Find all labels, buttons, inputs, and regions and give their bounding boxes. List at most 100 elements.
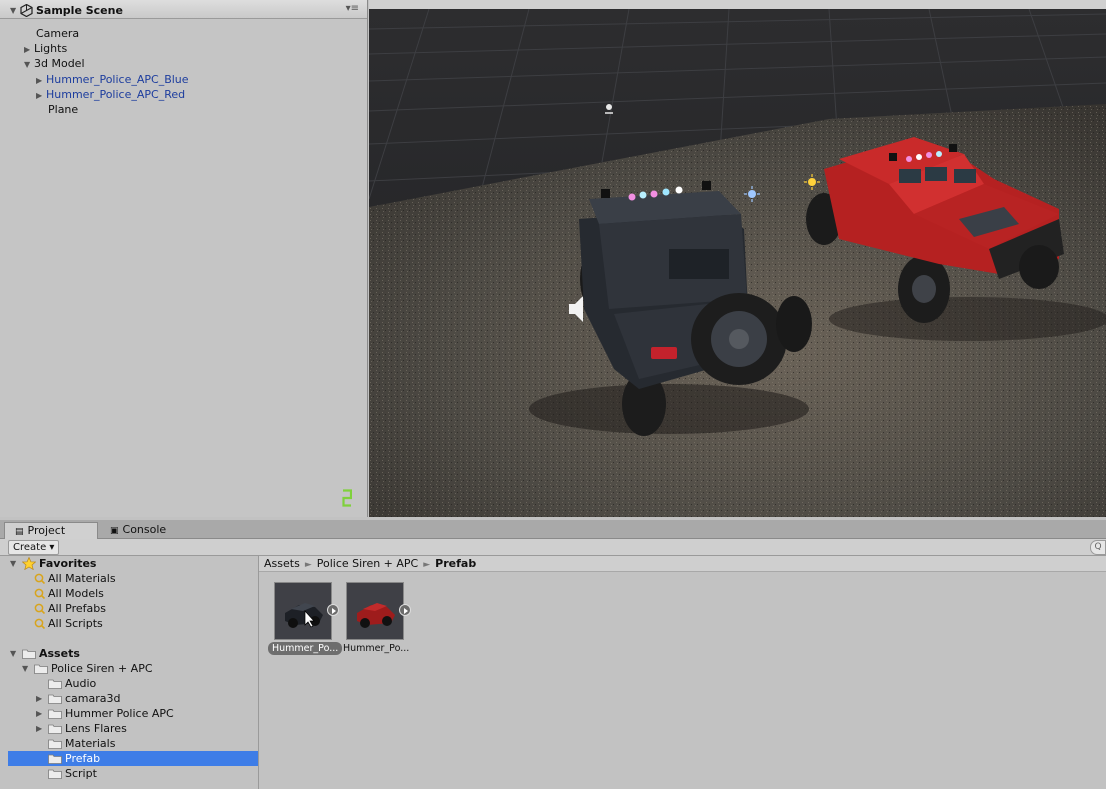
- hierarchy-item-lights[interactable]: ▶ Lights: [24, 41, 67, 56]
- prefab-label[interactable]: Hummer_Po...: [268, 642, 343, 655]
- hierarchy-panel: ▼ Sample Scene ▾≡ Camera ▶ Lights ▼ 3d Mod…: [0, 0, 368, 517]
- star-icon: [22, 557, 36, 570]
- folder-icon: [34, 664, 48, 674]
- folder-icon: [48, 724, 62, 734]
- favorites-title: Favorites: [39, 557, 97, 570]
- favorite-all-prefabs[interactable]: All Prefabs: [34, 601, 106, 616]
- hierarchy-item-camera[interactable]: Camera: [36, 26, 79, 41]
- favorite-all-materials[interactable]: All Materials: [34, 571, 116, 586]
- folder-camara3d[interactable]: ▶ camara3d: [36, 691, 121, 706]
- foldout-arrow-icon[interactable]: ▼: [24, 57, 34, 72]
- favorite-all-models[interactable]: All Models: [34, 586, 104, 601]
- foldout-arrow-icon[interactable]: ▶: [36, 73, 46, 88]
- folder-icon: [48, 739, 62, 749]
- folder-police-siren-apc[interactable]: ▼ Police Siren + APC: [22, 661, 153, 676]
- folder-label: Lens Flares: [65, 722, 127, 735]
- foldout-arrow-icon[interactable]: ▼: [10, 646, 20, 661]
- folder-audio[interactable]: Audio: [48, 676, 96, 691]
- foldout-arrow-icon[interactable]: ▶: [36, 706, 46, 721]
- foldout-arrow-icon[interactable]: ▶: [36, 88, 46, 103]
- prefab-expand-icon[interactable]: [399, 604, 411, 616]
- folder-icon: [48, 769, 62, 779]
- tab-project[interactable]: ▤ Project: [4, 522, 98, 539]
- foldout-arrow-icon[interactable]: ▼: [10, 6, 20, 15]
- folder-label: Audio: [65, 677, 97, 690]
- folder-icon: [48, 679, 62, 689]
- prefab-label[interactable]: Hummer_Po...: [343, 642, 409, 655]
- scene-view[interactable]: [369, 9, 1106, 517]
- scene-title: Sample Scene: [36, 3, 123, 17]
- foldout-arrow-icon[interactable]: ▶: [36, 691, 46, 706]
- foldout-arrow-icon[interactable]: ▶: [24, 42, 34, 57]
- favorite-all-scripts[interactable]: All Scripts: [34, 616, 103, 631]
- hierarchy-item-hummer-blue[interactable]: ▶ Hummer_Police_APC_Blue: [36, 72, 189, 87]
- dropdown-arrow-icon: ▾: [49, 542, 55, 553]
- hierarchy-item-hummer-red[interactable]: ▶ Hummer_Police_APC_Red: [36, 87, 185, 102]
- breadcrumb-separator-icon: ►: [304, 560, 312, 570]
- folder-materials[interactable]: Materials: [48, 736, 115, 751]
- prefab-expand-icon[interactable]: [327, 604, 339, 616]
- project-icon: ▤: [15, 527, 24, 537]
- folder-hummer-police-apc[interactable]: ▶ Hummer Police APC: [36, 706, 174, 721]
- breadcrumb-separator-icon: ►: [423, 560, 431, 570]
- scene-canvas[interactable]: [369, 9, 1106, 517]
- search-icon: [34, 573, 45, 584]
- scene-row[interactable]: ▼ Sample Scene: [10, 3, 123, 17]
- prefab-thumbnail[interactable]: [346, 582, 404, 640]
- folder-icon: [48, 709, 62, 719]
- hierarchy-item-label: 3d Model: [34, 57, 85, 70]
- project-tree: ▼ Favorites All Materials All Models All…: [0, 556, 259, 789]
- hierarchy-item-label: Plane: [48, 103, 79, 116]
- hierarchy-item-3d-model[interactable]: ▼ 3d Model: [24, 56, 85, 71]
- prefab-thumbnail[interactable]: [274, 582, 332, 640]
- project-panel: ▤ Project ▣ Console Create ▾ Q ▼ Favorites…: [0, 520, 1106, 789]
- console-icon: ▣: [110, 526, 119, 536]
- breadcrumb: Assets ► Police Siren + APC ► Prefab: [259, 556, 1106, 572]
- favorites-header[interactable]: ▼ Favorites: [10, 556, 96, 571]
- folder-label: Materials: [65, 737, 116, 750]
- breadcrumb-item-assets[interactable]: Assets: [264, 557, 300, 570]
- assets-header[interactable]: ▼ Assets: [10, 646, 80, 661]
- search-icon: [34, 603, 45, 614]
- folder-icon: [48, 694, 62, 704]
- tab-console[interactable]: ▣ Console: [100, 522, 176, 538]
- folder-label: Police Siren + APC: [51, 662, 153, 675]
- foldout-arrow-icon[interactable]: ▶: [36, 721, 46, 736]
- project-toolbar: Create ▾ Q: [0, 539, 1106, 556]
- hierarchy-menu-icon[interactable]: ▾≡: [346, 3, 359, 14]
- hierarchy-item-label: Hummer_Police_APC_Red: [46, 88, 186, 101]
- hummer-black-thumbnail-icon: [275, 583, 331, 639]
- favorite-label: All Prefabs: [48, 602, 106, 615]
- hierarchy-header: ▼ Sample Scene ▾≡: [0, 0, 367, 19]
- foldout-arrow-icon[interactable]: ▼: [10, 556, 20, 571]
- favorite-label: All Models: [48, 587, 104, 600]
- favorite-label: All Materials: [48, 572, 116, 585]
- prefab-asset-blue[interactable]: [274, 582, 339, 640]
- hierarchy-item-plane[interactable]: Plane: [48, 102, 78, 117]
- folder-label: camara3d: [65, 692, 121, 705]
- folder-label: Prefab: [65, 752, 101, 765]
- tab-label: Console: [122, 523, 167, 536]
- folder-script[interactable]: Script: [48, 766, 97, 781]
- folder-lens-flares[interactable]: ▶ Lens Flares: [36, 721, 127, 736]
- create-button[interactable]: Create ▾: [8, 540, 60, 555]
- foldout-arrow-icon[interactable]: ▼: [22, 661, 32, 676]
- panel-tabs: ▤ Project ▣ Console: [0, 520, 1106, 539]
- tab-label: Project: [27, 524, 66, 537]
- hummer-red-thumbnail-icon: [347, 583, 403, 639]
- hierarchy-item-label: Hummer_Police_APC_Blue: [46, 73, 189, 86]
- assets-pane: Assets ► Police Siren + APC ► Prefab Hummer_…: [259, 556, 1106, 789]
- folder-icon: [48, 754, 62, 764]
- hierarchy-item-label: Camera: [36, 27, 80, 40]
- search-icon[interactable]: Q: [1090, 540, 1106, 555]
- breadcrumb-item-police-siren-apc[interactable]: Police Siren + APC: [317, 557, 419, 570]
- favorite-label: All Scripts: [48, 617, 103, 630]
- folder-label: Hummer Police APC: [65, 707, 174, 720]
- hierarchy-item-label: Lights: [34, 42, 68, 55]
- search-icon: [34, 618, 45, 629]
- breadcrumb-item-prefab[interactable]: Prefab: [435, 557, 476, 570]
- prefab-asset-red[interactable]: [346, 582, 411, 640]
- assets-title: Assets: [39, 647, 80, 660]
- folder-icon: [22, 649, 36, 659]
- folder-prefab[interactable]: Prefab: [8, 751, 258, 766]
